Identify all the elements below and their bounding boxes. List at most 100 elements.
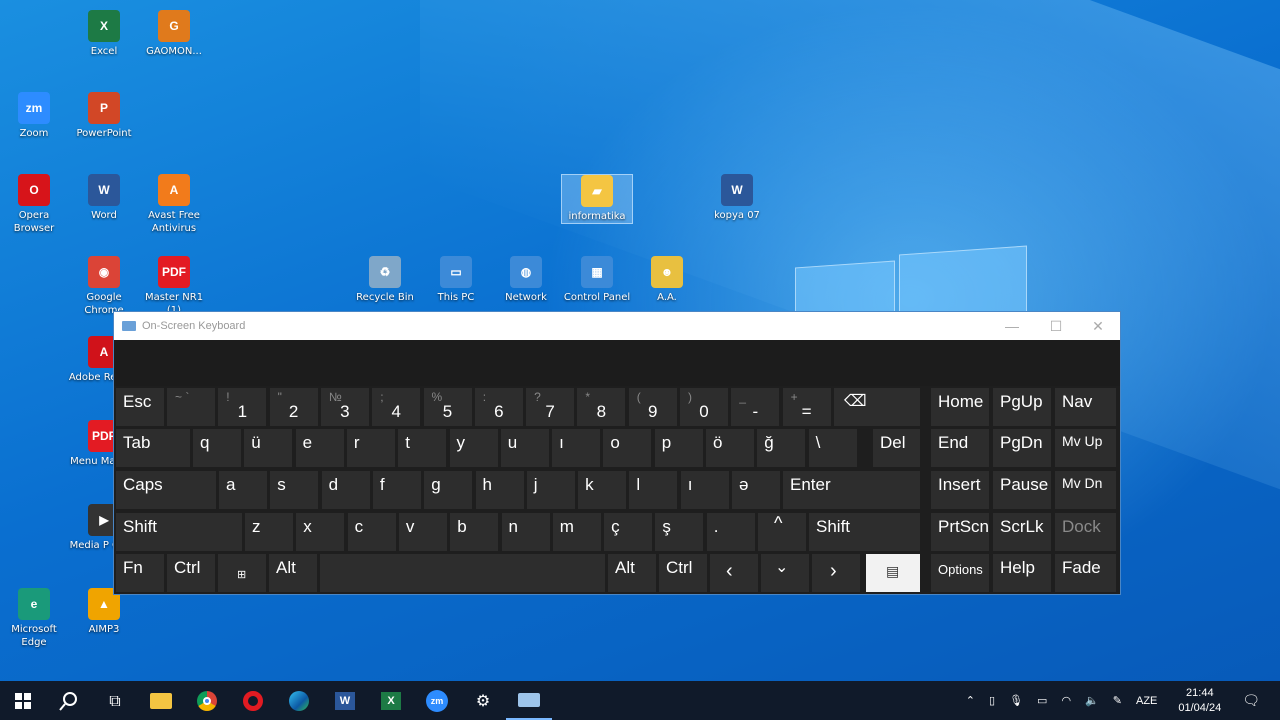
key-number[interactable]: ; 4: [372, 388, 421, 426]
key-letter[interactable]: ş: [655, 513, 704, 551]
key-number[interactable]: ! 1: [218, 388, 267, 426]
key-letter[interactable]: ı: [552, 429, 601, 467]
microphone-icon[interactable]: 🎙: [1009, 694, 1023, 707]
key-alt-left[interactable]: Alt: [269, 554, 317, 592]
key-letter[interactable]: .: [706, 513, 755, 551]
file-explorer-icon[interactable]: [138, 681, 184, 720]
key-letter[interactable]: s: [270, 471, 319, 509]
language-indicator[interactable]: AZE: [1136, 695, 1157, 707]
key-letter[interactable]: \: [808, 429, 857, 467]
start-icon[interactable]: [0, 681, 46, 720]
key-letter[interactable]: d: [321, 471, 370, 509]
key-insert[interactable]: Insert: [931, 471, 989, 509]
key-letter[interactable]: ı: [680, 471, 729, 509]
key-letter[interactable]: r: [346, 429, 395, 467]
key-letter[interactable]: ü: [244, 429, 293, 467]
key-del[interactable]: Del: [873, 429, 920, 467]
key-number[interactable]: (9: [628, 388, 677, 426]
device-icon[interactable]: ▯: [989, 694, 995, 707]
desktop-icon[interactable]: P PowerPoint: [68, 92, 140, 140]
desktop-icon[interactable]: Wkopya 07: [701, 174, 773, 222]
key-enter[interactable]: Enter: [783, 471, 920, 509]
key-ctrl-right[interactable]: Ctrl: [659, 554, 707, 592]
key-number[interactable]: * 8: [577, 388, 626, 426]
key-space[interactable]: [320, 554, 605, 592]
volume-icon[interactable]: 🔈: [1085, 694, 1099, 707]
key-letter[interactable]: ö: [706, 429, 754, 467]
chrome-icon[interactable]: [184, 681, 230, 720]
key-letter[interactable]: y: [449, 429, 498, 467]
opera-icon[interactable]: [230, 681, 276, 720]
key-letter[interactable]: v: [398, 513, 447, 551]
desktop-icon[interactable]: G GAOMON...: [138, 10, 210, 58]
key-number[interactable]: ) 0: [680, 388, 728, 426]
key-tab[interactable]: Tab: [116, 429, 190, 467]
search-icon[interactable]: [46, 681, 92, 720]
task-view-icon[interactable]: ⧉: [92, 681, 138, 720]
key-esc[interactable]: Esc: [116, 388, 164, 426]
settings-gear-icon[interactable]: ⚙: [460, 681, 506, 720]
key-ctrl-left[interactable]: Ctrl: [167, 554, 215, 592]
key-letter[interactable]: z: [245, 513, 293, 551]
key-letter[interactable]: o: [603, 429, 652, 467]
key-shift-left[interactable]: Shift: [116, 513, 242, 551]
key-letter[interactable]: ə: [732, 471, 780, 509]
key-letter[interactable]: e: [295, 429, 344, 467]
key-pgup[interactable]: PgUp: [993, 388, 1051, 426]
key-end[interactable]: End: [931, 429, 989, 467]
key-prtscn[interactable]: PrtScn: [931, 513, 989, 551]
key-number[interactable]: ~ `: [167, 388, 215, 426]
pen-icon[interactable]: ✎: [1113, 694, 1122, 707]
key-letter[interactable]: k: [578, 471, 627, 509]
desktop-icon[interactable]: PDFMaster NR1 (1): [138, 256, 210, 317]
key-arrow-left[interactable]: ‹: [710, 554, 758, 592]
key-letter[interactable]: q: [193, 429, 241, 467]
key-help[interactable]: Help: [993, 554, 1051, 592]
key-letter[interactable]: l: [629, 471, 678, 509]
edge-icon[interactable]: [276, 681, 322, 720]
key-letter[interactable]: c: [347, 513, 396, 551]
key-letter[interactable]: ğ: [757, 429, 806, 467]
word-icon[interactable]: W: [322, 681, 368, 720]
key-letter[interactable]: ç: [604, 513, 653, 551]
key-move-down[interactable]: Mv Dn: [1055, 471, 1116, 509]
key-arrow-up[interactable]: ^: [758, 513, 806, 551]
key-options[interactable]: Options: [931, 554, 989, 592]
key-number[interactable]: " 2: [269, 388, 318, 426]
key-windows[interactable]: ⊞: [218, 554, 266, 592]
key-number[interactable]: _ -: [731, 388, 780, 426]
wifi-icon[interactable]: ◠: [1061, 694, 1071, 707]
key-fade[interactable]: Fade: [1055, 554, 1116, 592]
zoom-icon[interactable]: zm: [414, 681, 460, 720]
excel-icon[interactable]: X: [368, 681, 414, 720]
key-alt-right[interactable]: Alt: [608, 554, 656, 592]
key-letter[interactable]: j: [526, 471, 575, 509]
key-fn[interactable]: Fn: [116, 554, 164, 592]
key-pause[interactable]: Pause: [993, 471, 1051, 509]
key-move-up[interactable]: Mv Up: [1055, 429, 1116, 467]
key-letter[interactable]: b: [450, 513, 499, 551]
desktop-icon[interactable]: X Excel: [68, 10, 140, 58]
key-scrlk[interactable]: ScrLk: [993, 513, 1051, 551]
desktop-icon[interactable]: O Opera Browser: [0, 174, 70, 235]
clock[interactable]: 21:44 01/04/24: [1178, 686, 1221, 716]
key-number[interactable]: :6: [474, 388, 523, 426]
key-pgdn[interactable]: PgDn: [993, 429, 1051, 467]
key-letter[interactable]: p: [654, 429, 703, 467]
key-number[interactable]: № 3: [320, 388, 369, 426]
desktop-icon[interactable]: ◍ Network: [490, 256, 562, 304]
key-letter[interactable]: u: [500, 429, 549, 467]
key-letter[interactable]: a: [219, 471, 267, 509]
key-letter[interactable]: g: [424, 471, 473, 509]
key-home[interactable]: Home: [931, 388, 989, 426]
key-context-menu[interactable]: ▤: [866, 554, 920, 592]
battery-icon[interactable]: ▭: [1037, 694, 1047, 707]
key-dock[interactable]: Dock: [1055, 513, 1116, 551]
key-letter[interactable]: t: [398, 429, 447, 467]
desktop-icon[interactable]: ▰ informatika: [561, 174, 633, 224]
desktop-icon[interactable]: e Microsoft Edge: [0, 588, 70, 649]
key-shift-right[interactable]: Shift: [809, 513, 920, 551]
desktop-icon[interactable]: ▦ Control Panel: [561, 256, 633, 304]
key-number[interactable]: + =: [782, 388, 831, 426]
desktop-icon[interactable]: ☻ A.A.: [631, 256, 703, 304]
